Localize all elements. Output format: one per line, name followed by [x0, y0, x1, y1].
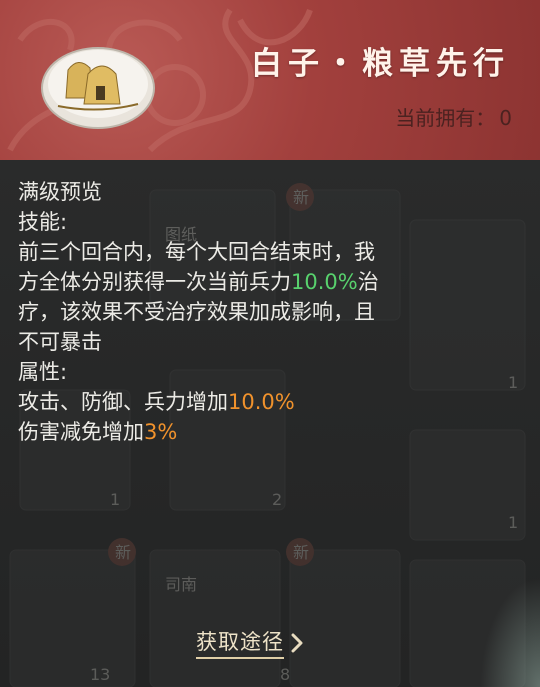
skill-label: 技能: — [18, 210, 68, 234]
attribute-label: 属性: — [18, 360, 68, 384]
item-header: 白子・粮草先行 当前拥有： 0 — [0, 0, 540, 160]
item-count: 1 — [508, 513, 518, 532]
item-count: 8 — [280, 665, 290, 684]
new-badge: 新 — [115, 543, 131, 562]
owned-count: 0 — [499, 106, 512, 130]
damage-reduction-value: 3% — [144, 420, 178, 444]
section-title: 满级预览 — [18, 180, 102, 204]
item-tooltip-panel: 白子・粮草先行 当前拥有： 0 新 新 新 图纸 司南 1 1 2 1 13 8… — [0, 0, 540, 687]
attribute-line: 攻击、防御、兵力增加10.0% — [18, 390, 295, 414]
acquire-source-link[interactable]: 获取途径 — [196, 626, 304, 659]
owned-count-row: 当前拥有： 0 — [395, 102, 512, 131]
acquire-source-label[interactable]: 获取途径 — [196, 626, 284, 659]
compass-label: 司南 — [165, 575, 197, 594]
new-badge: 新 — [293, 543, 309, 562]
skill-text-line: 前三个回合内，每个大回合结束时，我 — [18, 240, 375, 264]
item-description-area: 新 新 新 图纸 司南 1 1 2 1 13 8 满级预览 技能: 前三个回合内… — [0, 160, 540, 687]
owned-label: 当前拥有： — [395, 106, 496, 130]
heal-percent-value: 10.0% — [291, 270, 358, 294]
decorative-mist — [480, 577, 540, 687]
stat-bonus-value: 10.0% — [228, 390, 295, 414]
chevron-right-icon[interactable] — [290, 632, 304, 654]
haystack-token-icon — [41, 47, 155, 129]
item-title: 白子・粮草先行 — [251, 46, 510, 82]
skill-text-line: 不可暴击 — [18, 330, 102, 354]
skill-description: 满级预览 技能: 前三个回合内，每个大回合结束时，我 方全体分别获得一次当前兵力… — [18, 177, 528, 447]
skill-text-line: 疗，该效果不受治疗效果加成影响，且 — [18, 300, 375, 324]
skill-text-line: 方全体分别获得一次当前兵力10.0%治 — [18, 270, 379, 294]
item-count: 13 — [90, 665, 110, 684]
item-count: 2 — [272, 490, 282, 509]
item-count: 1 — [110, 490, 120, 509]
attribute-line: 伤害减免增加3% — [18, 420, 178, 444]
